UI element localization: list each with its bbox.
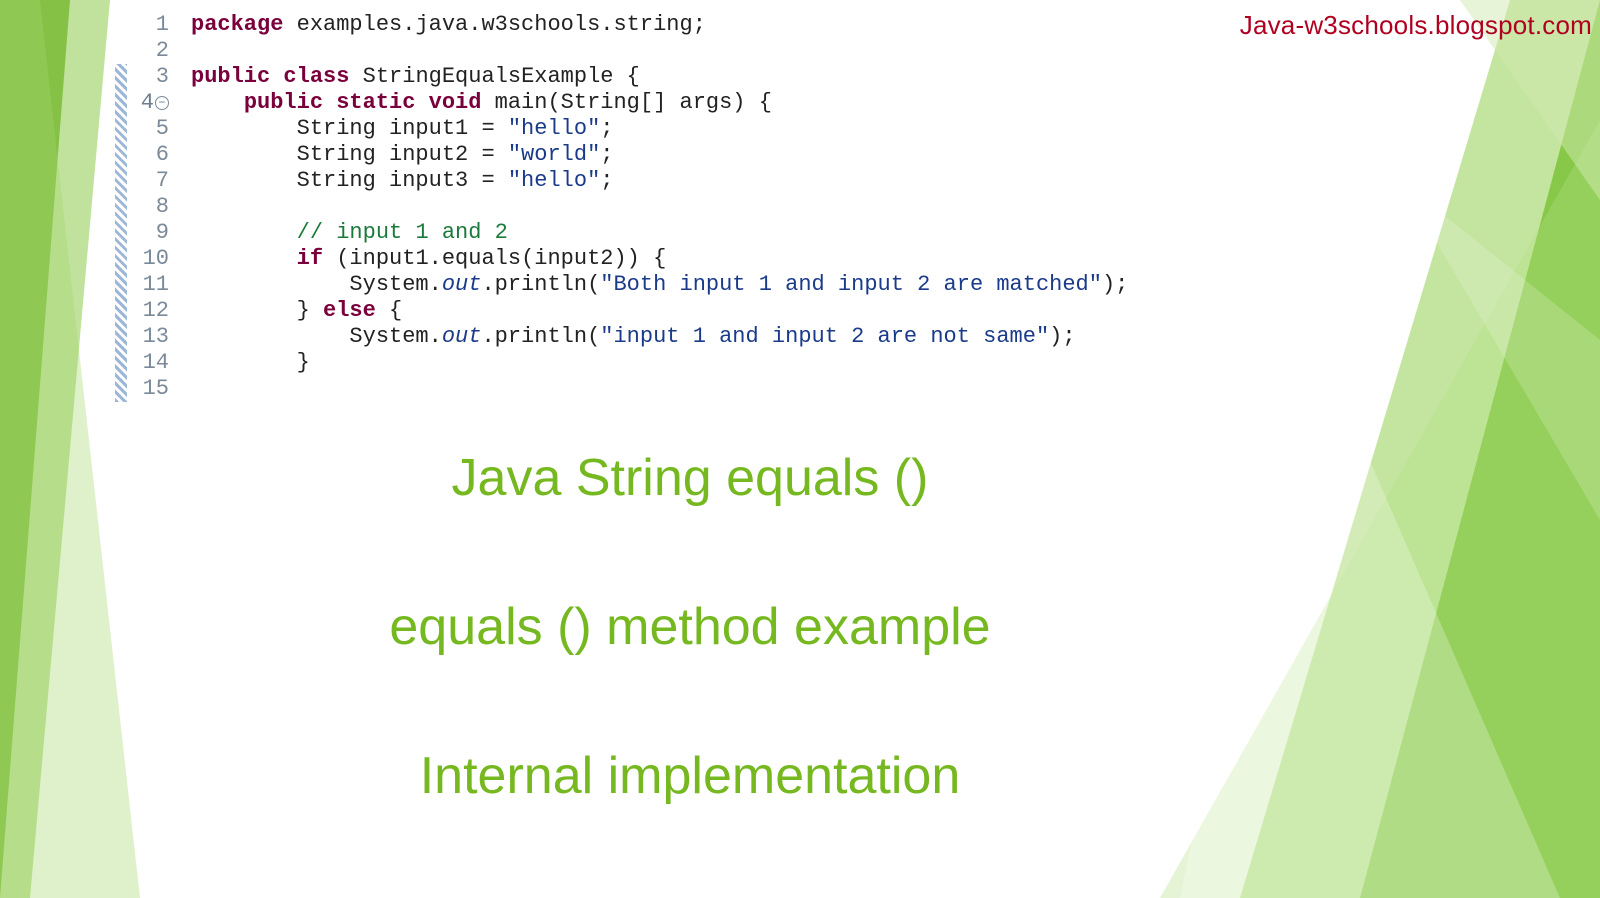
code-content: package examples.java.w3schools.string; p… (177, 12, 1128, 402)
line-number: 9 (127, 220, 169, 246)
code-line: } else { (191, 298, 1128, 324)
line-number: 4− (127, 90, 169, 116)
line-number: 2 (127, 38, 169, 64)
line-number: 11 (127, 272, 169, 298)
code-line: System.out.println("Both input 1 and inp… (191, 272, 1128, 298)
line-number: 13 (127, 324, 169, 350)
slide: Java-w3schools.blogspot.com 1234−5678910… (0, 0, 1600, 898)
code-line: String input1 = "hello"; (191, 116, 1128, 142)
fold-icon[interactable]: − (155, 96, 169, 110)
line-number: 1 (127, 12, 169, 38)
code-line: public class StringEqualsExample { (191, 64, 1128, 90)
code-editor: 1234−56789101112131415 package examples.… (115, 12, 1128, 402)
line-number: 8 (127, 194, 169, 220)
line-number: 12 (127, 298, 169, 324)
watermark-link: Java-w3schools.blogspot.com (1240, 10, 1592, 41)
title-line-1: Java String equals () (325, 450, 1055, 507)
line-number: 6 (127, 142, 169, 168)
code-line (191, 38, 1128, 64)
line-number: 3 (127, 64, 169, 90)
code-line (191, 194, 1128, 220)
code-line: public static void main(String[] args) { (191, 90, 1128, 116)
code-line: // input 1 and 2 (191, 220, 1128, 246)
line-number: 10 (127, 246, 169, 272)
code-line: } (191, 350, 1128, 376)
line-number: 5 (127, 116, 169, 142)
line-number: 7 (127, 168, 169, 194)
code-line: System.out.println("input 1 and input 2 … (191, 324, 1128, 350)
change-bar (115, 12, 127, 402)
code-line (191, 376, 1128, 402)
code-line: String input2 = "world"; (191, 142, 1128, 168)
title-line-3: Internal implementation (325, 748, 1055, 805)
title-line-2: equals () method example (325, 599, 1055, 656)
code-line: if (input1.equals(input2)) { (191, 246, 1128, 272)
line-number: 15 (127, 376, 169, 402)
code-line: package examples.java.w3schools.string; (191, 12, 1128, 38)
code-line: String input3 = "hello"; (191, 168, 1128, 194)
line-number: 14 (127, 350, 169, 376)
title-block: Java String equals () equals () method e… (325, 450, 1055, 806)
line-number-gutter: 1234−56789101112131415 (127, 12, 177, 402)
